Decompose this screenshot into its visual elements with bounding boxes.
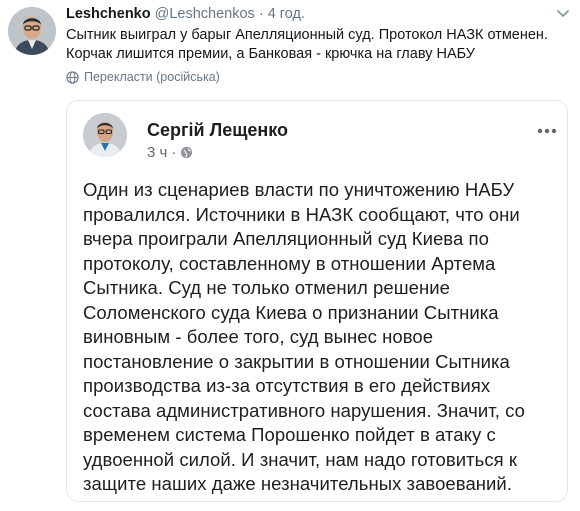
quoted-post-body: Один из сценариев власти по уничтожению … [83, 178, 559, 497]
body-line: производства из-за отсутствия в его дейс… [83, 375, 491, 396]
translate-label[interactable]: Перекласти (російська) [84, 70, 220, 84]
tweet-text-line: Корчак лишится премии, а Банковая - крюч… [66, 46, 476, 62]
body-line: виновным - более того, суд вынес новое [83, 326, 434, 347]
quoted-post-time[interactable]: 3 ч [147, 144, 167, 161]
more-dots-icon[interactable] [537, 128, 557, 134]
globe-icon [66, 70, 79, 84]
avatar[interactable] [8, 7, 56, 55]
body-line: удвоенной силой. И значит, нам надо гото… [83, 448, 518, 470]
user-handle[interactable]: @Leshchenkos [155, 6, 255, 22]
body-line: Сытника. Суд не только отменил решение [83, 277, 450, 298]
body-line: постановление о закрытии в отношении Сыт… [83, 350, 510, 372]
body-line: Один из сценариев власти по уничтожению … [83, 179, 515, 200]
tweet-header: Leshchenko @Leshchenkos · 4 год. [66, 6, 305, 22]
separator: · [258, 6, 264, 22]
quoted-post-meta: 3 ч · [147, 144, 193, 161]
quoted-author-avatar[interactable] [83, 113, 127, 157]
body-line: провалился. Источники в НАЗК сообщают, ч… [83, 203, 520, 225]
body-line: защите наших даже незначительных завоева… [83, 473, 513, 494]
body-line: протоколу, составленному в отношении Арт… [83, 252, 496, 274]
body-line: временем система Порошенко пойдет в атак… [83, 424, 496, 445]
display-name[interactable]: Leshchenko [66, 6, 151, 22]
quoted-author-name[interactable]: Сергій Лещенко [147, 120, 288, 141]
timestamp[interactable]: 4 год. [268, 6, 305, 22]
body-line: состава административного нарушения. Зна… [83, 399, 525, 421]
tweet-text: Сытник выиграл у барыг Апелляционный суд… [66, 26, 566, 64]
translate-link[interactable]: Перекласти (російська) [66, 70, 220, 84]
chevron-down-icon[interactable] [556, 9, 570, 19]
body-line: Соломенского суда Киева о признании Сытн… [83, 301, 499, 323]
quoted-post-card[interactable]: Сергій Лещенко 3 ч · Один из сценариев в… [66, 100, 568, 502]
tweet: Leshchenko @Leshchenkos · 4 год. Сытник … [0, 0, 580, 511]
globe-icon [181, 146, 193, 159]
body-line: вчера проиграли Апелляционный суд Киева … [83, 228, 489, 249]
tweet-text-line: Сытник выиграл у барыг Апелляционный суд… [66, 27, 548, 43]
separator: · [171, 144, 177, 161]
